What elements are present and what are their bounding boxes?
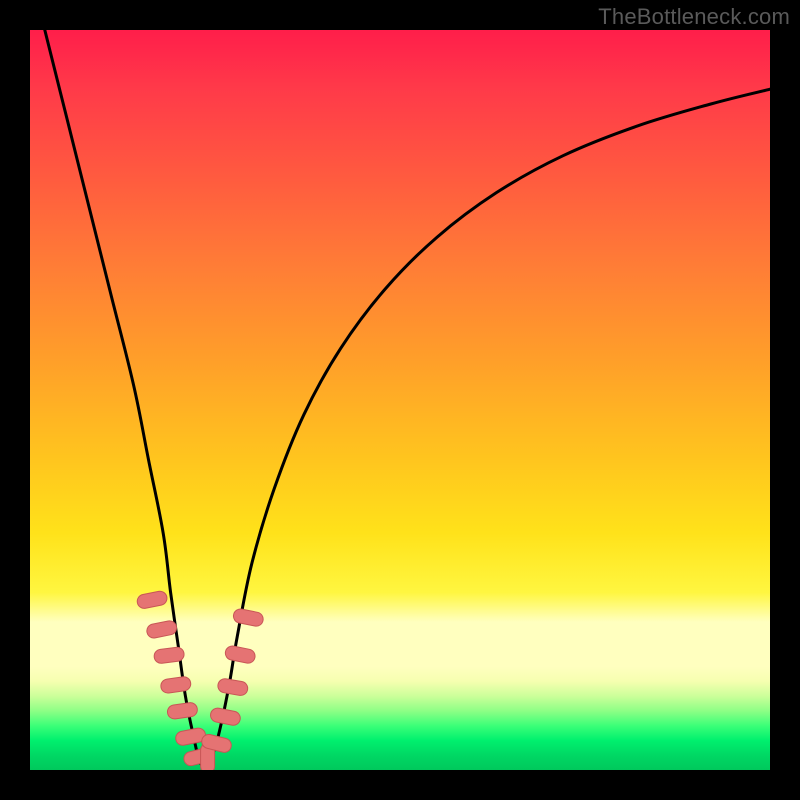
trough-marker <box>217 678 249 697</box>
trough-markers <box>136 590 264 770</box>
trough-marker <box>136 590 168 610</box>
trough-marker <box>224 645 256 665</box>
plot-area <box>30 30 770 770</box>
trough-marker <box>167 702 199 720</box>
curve-layer <box>30 30 770 770</box>
chart-frame: TheBottleneck.com <box>0 0 800 800</box>
bottleneck-curve <box>45 30 770 766</box>
trough-marker <box>146 620 178 640</box>
trough-marker <box>232 608 264 628</box>
trough-marker <box>160 676 192 694</box>
watermark-text: TheBottleneck.com <box>598 4 790 30</box>
trough-marker <box>209 707 241 727</box>
